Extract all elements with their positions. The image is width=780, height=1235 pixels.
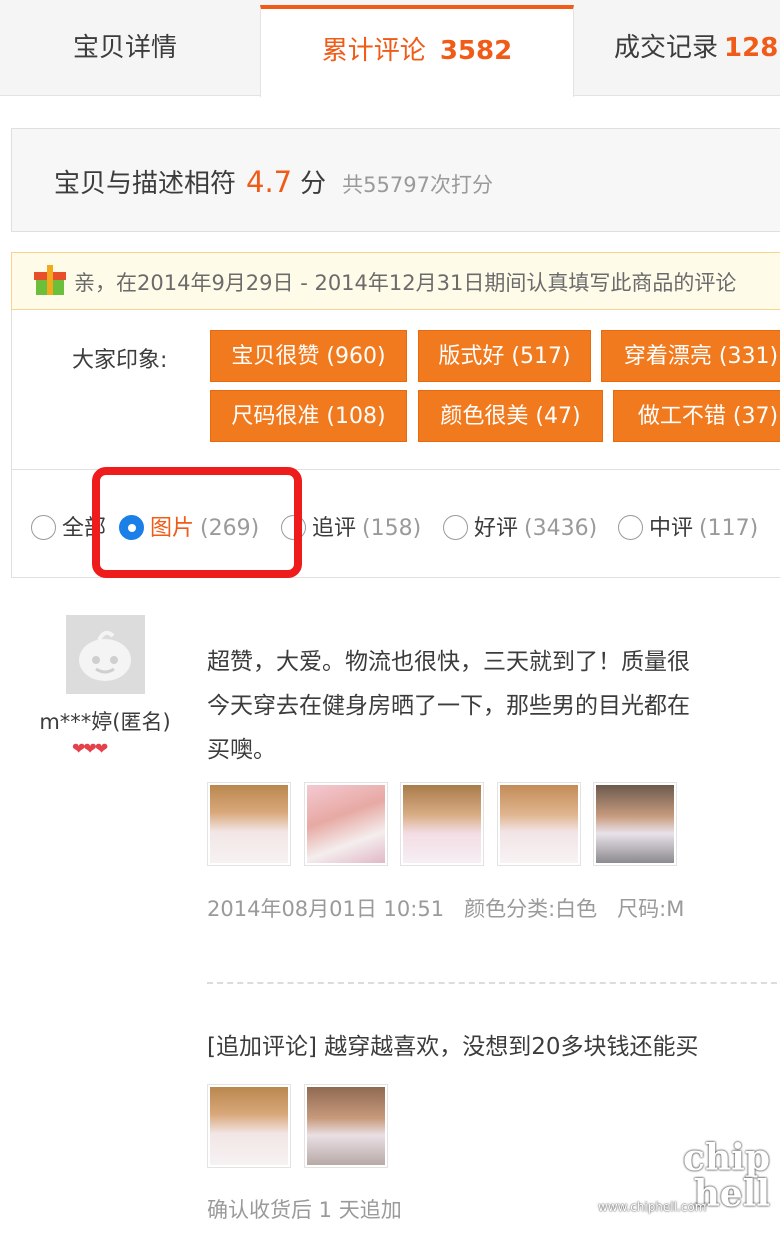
chiphell-watermark: chip hell www.chiphell.com [598,1140,780,1235]
review-line: 超赞，大爱。物流也很快，三天就到了！质量很 [207,649,690,675]
filter-label: 中评 [649,516,694,541]
review-line: 今天穿去在健身房晒了一下，那些男的目光都在 [207,693,690,719]
tab-reviews[interactable]: 累计评论 3582 [260,5,574,97]
tab-item-details[interactable]: 宝贝详情 [0,6,260,96]
append-review-text: [追加评论] 越穿越喜欢，没想到20多块钱还能买 [207,1034,699,1060]
photo-thumbnail[interactable] [207,1084,291,1168]
rating-unit: 分 [300,169,327,199]
tab-label: 成交记录 [614,33,719,63]
impression-tag[interactable]: 做工不错 (37) [613,390,780,442]
red-highlight-box [92,467,302,578]
avatar[interactable] [66,615,145,694]
review-line: 买噢。 [207,737,276,763]
reviewer-name[interactable]: m***婷(匿名) [0,706,210,736]
promo-text: 亲，在2014年9月29日 - 2014年12月31日期间认真填写此商品的评论 [74,271,737,295]
review-size: 尺码:M [617,897,685,921]
tab-count: 3582 [439,36,513,66]
filter-positive[interactable]: 好评 (3436) [443,510,597,542]
photo-thumbnail[interactable] [497,782,581,866]
tab-label: 宝贝详情 [72,33,177,63]
photo-thumbnail[interactable] [207,782,291,866]
tab-transactions[interactable]: 成交记录 128 [614,6,780,96]
rating-total: 共55797次打分 [342,173,493,197]
radio-button[interactable] [618,515,643,540]
photo-thumbnail[interactable] [304,782,388,866]
reputation-hearts-icon: ❤❤❤ [72,739,108,758]
review-content: 超赞，大爱。物流也很快，三天就到了！质量很 今天穿去在健身房晒了一下，那些男的目… [207,640,780,772]
photo-thumbnail[interactable] [304,1084,388,1168]
rating-label: 宝贝与描述相符 [54,169,237,199]
filter-label: 追评 [312,516,357,541]
impressions-label: 大家印象: [72,348,168,373]
review-date: 2014年08月01日 10:51 [207,897,445,921]
impression-tag[interactable]: 版式好 (517) [418,330,591,382]
impression-tag[interactable]: 宝贝很赞 (960) [210,330,407,382]
gift-icon [34,265,66,295]
impressions-panel: 大家印象: 宝贝很赞 (960) 版式好 (517) 穿着漂亮 (331) 尺码… [11,310,780,470]
photo-thumbnail[interactable] [400,782,484,866]
filter-label: 好评 [474,516,519,541]
filter-followup[interactable]: 追评 (158) [281,510,421,542]
rating-summary: 宝贝与描述相符 4.7 分共55797次打分 [11,128,780,232]
photo-thumbnail[interactable] [593,782,677,866]
promo-banner: 亲，在2014年9月29日 - 2014年12月31日期间认真填写此商品的评论 [11,252,780,310]
impression-tag[interactable]: 尺码很准 (108) [210,390,407,442]
tab-bar: 宝贝详情 累计评论 3582 成交记录 128 [0,0,780,97]
review-meta: 2014年08月01日 10:51 颜色分类:白色 尺码:M [207,893,704,923]
tab-count: 128 [724,33,779,63]
watermark-url: www.chiphell.com [598,1200,707,1214]
dashed-divider [207,982,780,984]
filter-count: (158) [362,516,422,541]
filter-count: (117) [699,516,759,541]
radio-button[interactable] [31,515,56,540]
filter-count: (3436) [524,516,598,541]
tab-label: 累计评论 [321,36,426,66]
filter-neutral[interactable]: 中评 (117) [618,510,758,542]
review-color: 颜色分类:白色 [464,897,598,921]
default-avatar-icon [66,615,145,694]
rating-line: 宝贝与描述相符 4.7 分共55797次打分 [54,163,493,200]
append-meta: 确认收货后 1 天追加 [207,1198,402,1222]
rating-score: 4.7 [246,165,293,199]
impression-tag[interactable]: 颜色很美 (47) [418,390,603,442]
radio-button[interactable] [443,515,468,540]
impression-tag[interactable]: 穿着漂亮 (331) [601,330,780,382]
